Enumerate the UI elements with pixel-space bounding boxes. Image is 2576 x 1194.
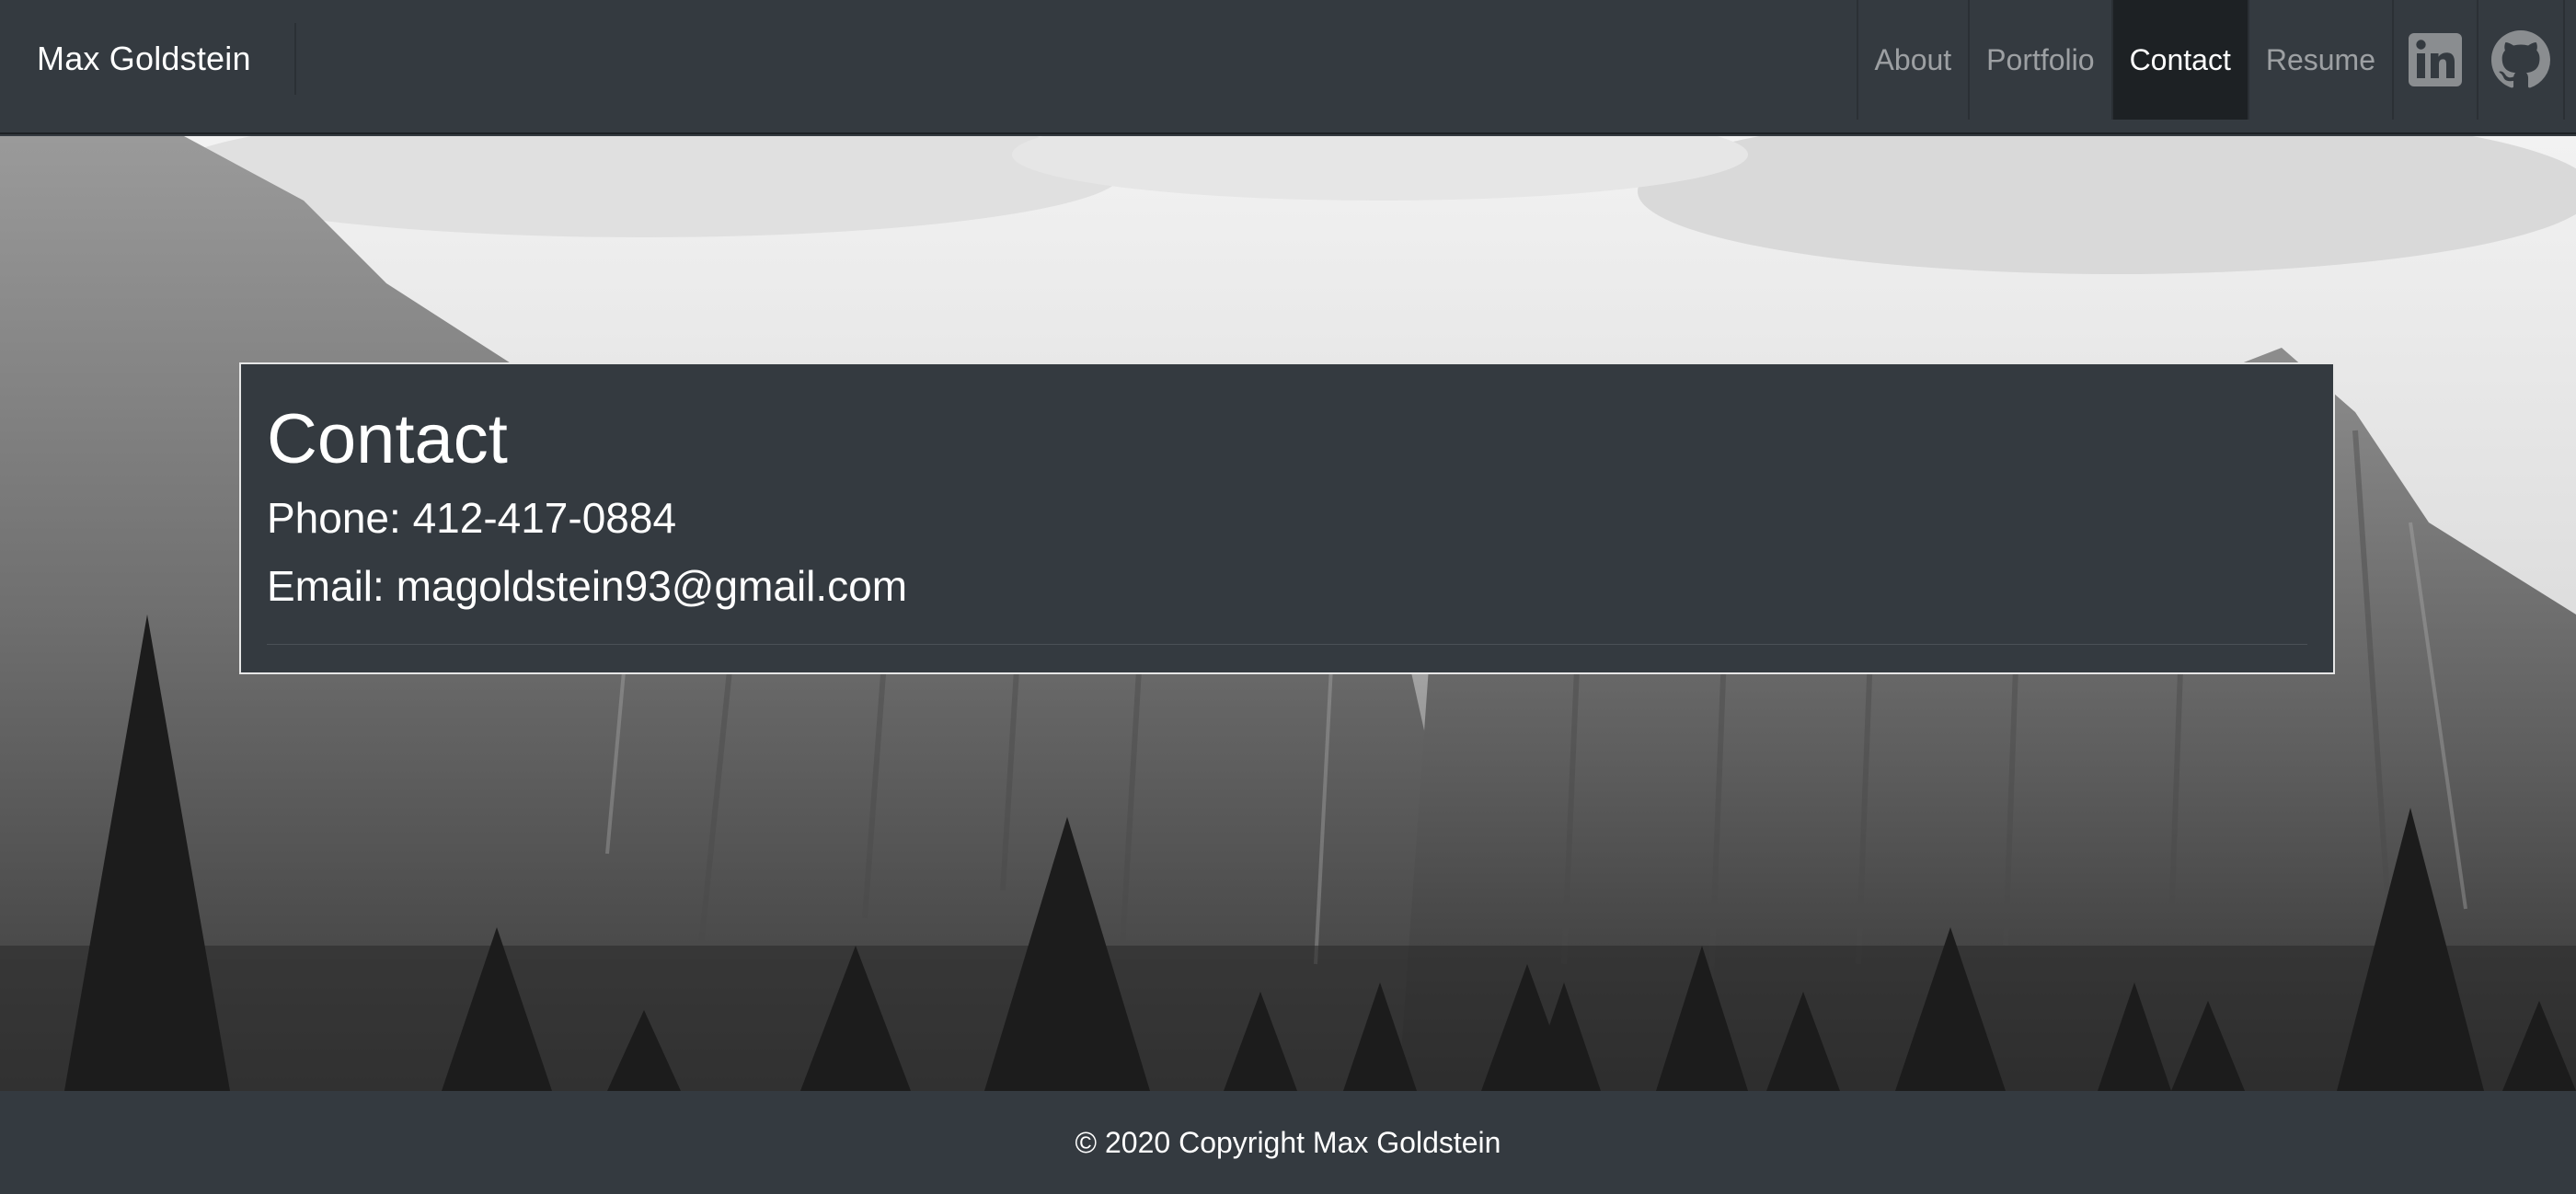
card-divider xyxy=(267,644,2307,645)
nav-end-divider xyxy=(2563,0,2576,120)
contact-email: Email: magoldstein93@gmail.com xyxy=(267,562,908,610)
contact-card: Contact Phone: 412-417-0884 Email: magol… xyxy=(239,362,2335,674)
nav-item-portfolio[interactable]: Portfolio xyxy=(1968,0,2110,120)
nav-menu: About Portfolio Contact Resume xyxy=(1856,0,2576,120)
github-icon xyxy=(2491,30,2550,89)
contact-phone: Phone: 412-417-0884 xyxy=(267,494,677,542)
navbar: Max Goldstein About Portfolio Contact Re… xyxy=(0,0,2576,134)
footer-copyright: © 2020 Copyright Max Goldstein xyxy=(1075,1125,1501,1159)
linkedin-icon xyxy=(2407,31,2464,88)
nav-item-about[interactable]: About xyxy=(1856,0,1969,120)
github-link[interactable] xyxy=(2477,0,2563,120)
footer: © 2020 Copyright Max Goldstein xyxy=(0,1091,2576,1194)
contact-heading: Contact xyxy=(267,400,508,478)
nav-item-contact[interactable]: Contact xyxy=(2110,0,2248,120)
nav-item-resume[interactable]: Resume xyxy=(2247,0,2392,120)
brand-link[interactable]: Max Goldstein xyxy=(37,35,251,83)
hero-background: Contact Phone: 412-417-0884 Email: magol… xyxy=(0,136,2576,1091)
linkedin-link[interactable] xyxy=(2392,0,2477,120)
